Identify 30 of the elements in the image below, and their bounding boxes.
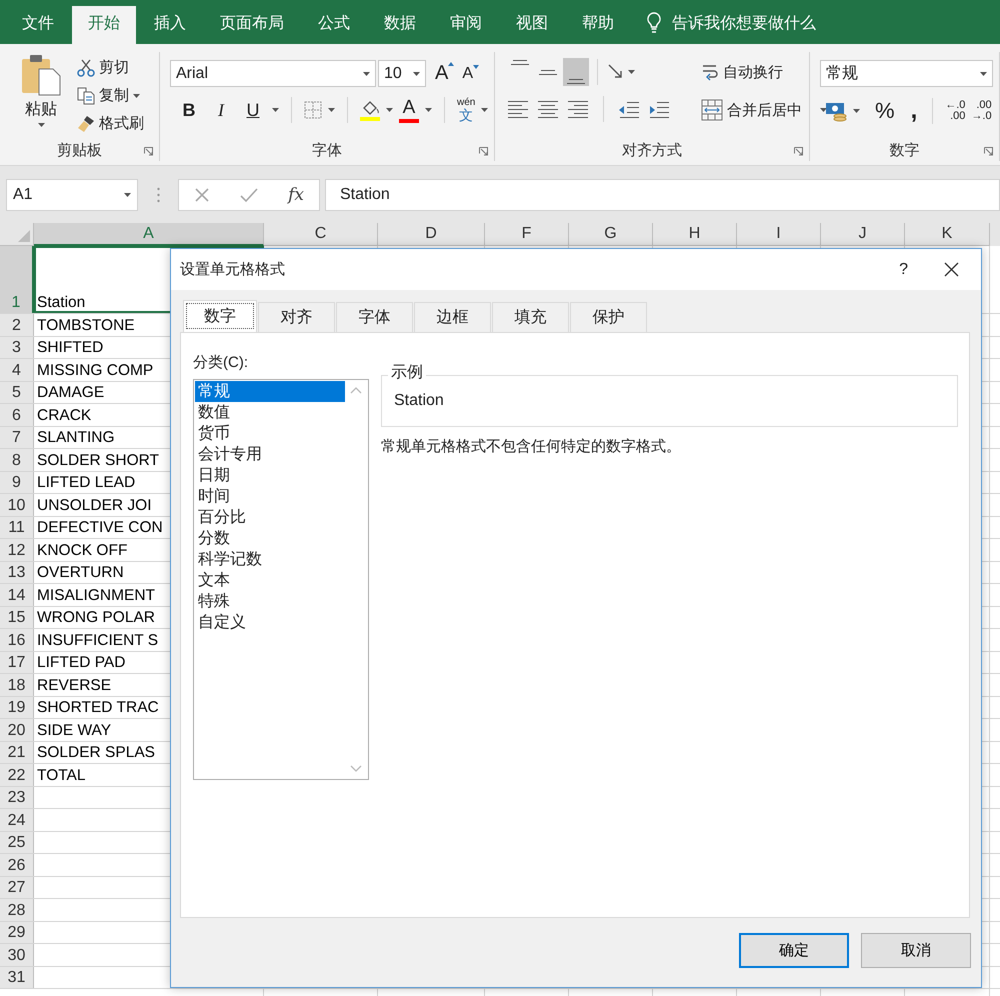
cell-text: INSUFFICIENT S <box>37 632 158 650</box>
cell-text: MISALIGNMENT <box>37 586 155 604</box>
cell-text: SOLDER SHORT <box>37 452 160 470</box>
cell-text: DAMAGE <box>37 384 104 402</box>
cell-text: MISSING COMP <box>37 362 154 380</box>
group-label: 字体 <box>312 140 342 160</box>
cell-text: REVERSE <box>37 676 112 694</box>
category-label: 分类(C): <box>193 353 249 372</box>
group-label: 数字 <box>890 140 920 160</box>
cell-text: TOTAL <box>37 766 86 784</box>
cell-text: Station <box>37 294 86 312</box>
group-label: 对齐方式 <box>622 140 682 160</box>
cell-text: SHORTED TRAC <box>37 699 159 717</box>
cell-text: KNOCK OFF <box>37 542 128 560</box>
sample-value: Station <box>394 392 444 410</box>
cell-text: CRACK <box>37 406 92 424</box>
cell-text: LIFTED PAD <box>37 654 126 672</box>
cell-text: UNSOLDER JOI <box>37 496 152 514</box>
cell-text: WRONG POLAR <box>37 609 155 627</box>
group-label: 剪贴板 <box>57 140 102 160</box>
dialog-title: 设置单元格格式 <box>180 260 286 279</box>
cell-text: DEFECTIVE CON <box>37 519 163 537</box>
cell-text: SIDE WAY <box>37 722 112 740</box>
cell-text: LIFTED LEAD <box>37 474 136 492</box>
cell-text: SOLDER SPLAS <box>37 744 156 762</box>
cell-text: OVERTURN <box>37 564 124 582</box>
cell-text: SHIFTED <box>37 339 104 357</box>
format-description: 常规单元格格式不包含任何特定的数字格式。 <box>381 437 682 456</box>
cell-text: TOMBSTONE <box>37 316 135 334</box>
cell-text: SLANTING <box>37 429 115 447</box>
